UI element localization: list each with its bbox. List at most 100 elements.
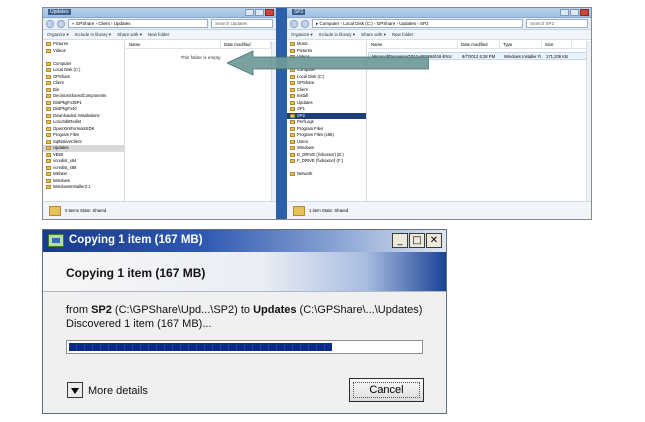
forward-icon[interactable] [301, 19, 309, 28]
left-window-controls [245, 9, 274, 16]
right-search-input[interactable]: Search SP2 [526, 19, 588, 28]
folder-icon [290, 107, 295, 112]
folder-icon [290, 87, 295, 92]
close-icon[interactable] [580, 9, 589, 16]
sidebar-item-label: Network [297, 171, 313, 176]
sidebar-item-label: WindowsInstaller3.1 [53, 184, 91, 189]
copy-source-dest-line: from SP2 (C:\GPShare\Upd...\SP2) to Upda… [66, 304, 422, 316]
discovered-status: Discovered 1 item (167 MB)... [66, 318, 212, 330]
share-with-button[interactable]: Share with ▾ [361, 32, 386, 38]
include-in-library-button[interactable]: Include in library ▾ [319, 32, 355, 38]
explorer-composite-screenshot: Updates « GPShare › Client › Updates Sea… [42, 7, 592, 220]
more-details-link[interactable]: More details [88, 385, 148, 397]
sidebar-item[interactable]: Network [287, 171, 366, 178]
folder-icon [290, 159, 295, 164]
file-date: 9/7/2012 6:28 PM [462, 54, 496, 59]
close-icon[interactable] [265, 9, 274, 16]
copy-progress-bar [66, 340, 423, 354]
column-type[interactable]: Type [500, 41, 542, 48]
folder-icon [46, 48, 51, 53]
share-with-button[interactable]: Share with ▾ [117, 32, 142, 38]
back-icon[interactable] [46, 19, 54, 28]
folder-icon [290, 146, 295, 151]
column-date-modified[interactable]: Date modified [221, 41, 271, 48]
folder-icon [46, 139, 51, 144]
column-name[interactable]: Name [126, 41, 221, 48]
dialog-title: Copying 1 item (167 MB) [69, 234, 203, 246]
new-folder-button[interactable]: New folder [392, 32, 414, 37]
right-scrollbar[interactable] [586, 41, 591, 201]
right-explorer-window: SP2 ▸ Computer › Local Disk (C:) › GPSha… [287, 8, 591, 219]
right-status-bar: 1 item State: Shared [287, 201, 591, 219]
right-window-controls [560, 9, 589, 16]
column-date-modified[interactable]: Date modified [458, 41, 500, 48]
folder-icon [46, 126, 51, 131]
folder-icon [46, 81, 51, 86]
copy-here-label: COPY HERE [329, 50, 365, 56]
folder-icon [293, 205, 305, 216]
maximize-icon[interactable] [570, 9, 579, 16]
dialog-header: Copying 1 item (167 MB) [43, 252, 446, 292]
left-address-bar[interactable]: « GPShare › Client › Updates [68, 19, 208, 28]
dialog-titlebar[interactable]: Copying 1 item (167 MB) _ □ ✕ [43, 230, 446, 252]
left-search-input[interactable]: Search Updates [211, 19, 273, 28]
right-explorer-title: SP2 [292, 9, 306, 15]
maximize-icon[interactable] [255, 9, 264, 16]
sidebar-item-label: Videos [53, 47, 66, 53]
right-command-bar: Organize ▾ Include in library ▾ Share wi… [287, 30, 591, 40]
minimize-button[interactable]: _ [392, 233, 408, 248]
include-in-library-button[interactable]: Include in library ▾ [75, 32, 111, 38]
cancel-button[interactable]: Cancel [349, 378, 424, 402]
left-column-headers: Name Date modified [126, 41, 276, 49]
folder-icon [290, 100, 295, 105]
folder-icon [46, 133, 51, 138]
folder-icon [46, 185, 51, 190]
folder-icon [49, 205, 61, 216]
back-icon[interactable] [290, 19, 298, 28]
folder-icon [46, 146, 51, 151]
folder-icon [46, 165, 51, 170]
left-navigation-pane: Pictures Videos Computer Local Disk (C:) GPS… [43, 41, 125, 201]
folder-icon [46, 107, 51, 112]
from-prefix: from [66, 304, 92, 316]
destination-path: (C:\GPShare\...\Updates) [296, 304, 423, 316]
maximize-button[interactable]: □ [409, 233, 425, 248]
drag-arrow-icon [227, 50, 429, 76]
folder-icon [290, 94, 295, 99]
column-name[interactable]: Name [368, 41, 458, 48]
folder-icon [290, 42, 295, 47]
minimize-icon[interactable] [560, 9, 569, 16]
organize-button[interactable]: Organize ▾ [47, 32, 69, 38]
sidebar-item[interactable]: WindowsInstaller3.1 [43, 184, 124, 191]
right-column-headers: Name Date modified Type Size [368, 41, 591, 49]
file-size: 171,206 KB [546, 54, 568, 59]
right-explorer-titlebar: SP2 [287, 8, 591, 18]
folder-icon [46, 61, 51, 66]
right-address-row: ▸ Computer › Local Disk (C:) › GPShare ›… [287, 18, 591, 30]
folder-icon [46, 68, 51, 73]
new-folder-button[interactable]: New folder [148, 32, 170, 37]
folder-icon [46, 100, 51, 105]
folder-icon [46, 120, 51, 125]
source-name: SP2 [91, 304, 112, 316]
left-status-text: 0 items State: Shared [65, 208, 107, 213]
forward-icon[interactable] [57, 19, 65, 28]
file-type: Windows Installer P... [504, 54, 543, 59]
column-size[interactable]: Size [542, 41, 572, 48]
source-path: (C:\GPShare\Upd...\SP2) to [111, 304, 254, 316]
destination-name: Updates [253, 304, 297, 316]
folder-icon [46, 74, 51, 79]
minimize-icon[interactable] [245, 9, 254, 16]
organize-button[interactable]: Organize ▾ [291, 32, 313, 38]
more-details-chevron-icon[interactable] [67, 382, 83, 398]
close-button[interactable]: ✕ [426, 233, 442, 248]
folder-icon [46, 152, 51, 157]
folder-icon [290, 139, 295, 144]
right-status-text: 1 item State: Shared [309, 208, 349, 213]
left-explorer-titlebar: Updates [43, 8, 276, 18]
folder-icon [46, 42, 51, 47]
dialog-header-text: Copying 1 item (167 MB) [66, 266, 206, 280]
copy-app-icon [48, 234, 64, 247]
right-address-bar[interactable]: ▸ Computer › Local Disk (C:) › GPShare ›… [312, 19, 523, 28]
folder-icon [46, 159, 51, 164]
